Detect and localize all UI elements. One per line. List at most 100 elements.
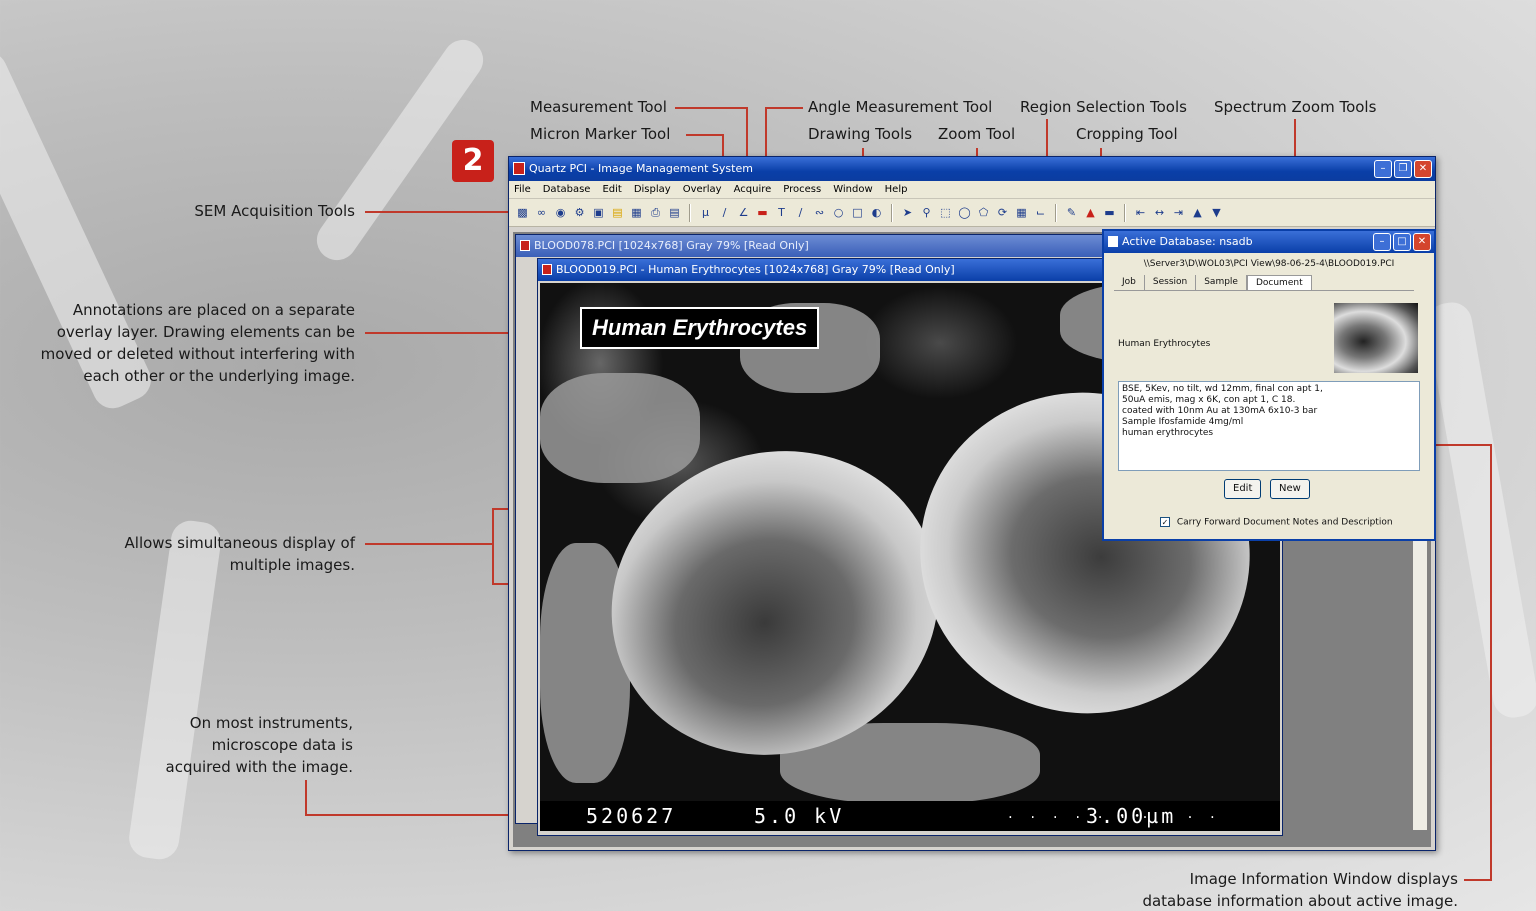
- link-icon[interactable]: ∞: [534, 205, 549, 220]
- menu-edit[interactable]: Edit: [602, 181, 621, 198]
- angle-measurement-icon[interactable]: ∠: [736, 205, 751, 220]
- menu-display[interactable]: Display: [634, 181, 671, 198]
- fill-tool-icon[interactable]: ◐: [869, 205, 884, 220]
- tab-document[interactable]: Document: [1246, 275, 1312, 290]
- polygon-select-icon[interactable]: ⬠: [976, 205, 991, 220]
- menu-process[interactable]: Process: [783, 181, 821, 198]
- notes-line: human erythrocytes: [1122, 428, 1214, 438]
- callout-sem-acquisition-tools: SEM Acquisition Tools: [194, 202, 355, 220]
- callout-annotations-line: overlay layer. Drawing elements can be: [56, 323, 355, 341]
- databar-scale: 3.00µm: [1086, 804, 1177, 828]
- minimize-button[interactable]: –: [1373, 233, 1391, 251]
- database-path: \\Server3\D\WOL03\PCI View\98-06-25-4\BL…: [1143, 259, 1395, 269]
- spectrum-zoom-out-icon[interactable]: ⇥: [1171, 205, 1186, 220]
- databar-kv: 5.0 kV: [754, 804, 845, 828]
- leader-line: [1490, 444, 1492, 881]
- app-title: Quartz PCI - Image Management System: [529, 162, 753, 175]
- carry-forward-option[interactable]: ✓ Carry Forward Document Notes and Descr…: [1160, 517, 1393, 528]
- leader-line: [492, 508, 494, 584]
- app-titlebar[interactable]: Quartz PCI - Image Management System – ❐…: [509, 157, 1435, 181]
- freehand-select-icon[interactable]: ⟳: [995, 205, 1010, 220]
- callout-annotations-line: Annotations are placed on a separate: [72, 301, 355, 319]
- pointer-icon[interactable]: ➤: [900, 205, 915, 220]
- callout-spectrum-zoom-tools: Spectrum Zoom Tools: [1214, 98, 1377, 116]
- notes-line: BSE, 5Kev, no tilt, wd 12mm, final con a…: [1122, 384, 1323, 394]
- annotation-label[interactable]: Human Erythrocytes: [580, 307, 820, 349]
- measurement-icon[interactable]: ∕: [717, 205, 732, 220]
- sem-settings-icon[interactable]: ⚙: [572, 205, 587, 220]
- micron-marker-icon[interactable]: μ: [698, 205, 713, 220]
- menu-overlay[interactable]: Overlay: [683, 181, 722, 198]
- close-button[interactable]: ✕: [1414, 160, 1432, 178]
- sem-scan-icon[interactable]: ◉: [553, 205, 568, 220]
- active-database-content: \\Server3\D\WOL03\PCI View\98-06-25-4\BL…: [1104, 259, 1434, 528]
- spectrum-up-icon[interactable]: ▲: [1190, 205, 1205, 220]
- toolbar-separator: [891, 203, 893, 222]
- leader-line: [305, 780, 307, 816]
- menu-database[interactable]: Database: [543, 181, 591, 198]
- callout-measurement-tool: Measurement Tool: [530, 98, 667, 116]
- freehand-tool-icon[interactable]: ∾: [812, 205, 827, 220]
- region-select-icon[interactable]: ▦: [1014, 205, 1029, 220]
- callout-region-selection-tools: Region Selection Tools: [1020, 98, 1187, 116]
- close-button[interactable]: ✕: [1413, 233, 1431, 251]
- tab-job[interactable]: Job: [1114, 275, 1145, 290]
- document-notes[interactable]: BSE, 5Kev, no tilt, wd 12mm, final con a…: [1118, 381, 1420, 471]
- database-window-icon: [1108, 236, 1118, 247]
- databar-id: 520627: [586, 804, 677, 828]
- leader-line: [675, 107, 747, 109]
- spectrum-down-icon[interactable]: ▼: [1209, 205, 1224, 220]
- carry-forward-checkbox[interactable]: ✓: [1160, 517, 1170, 527]
- line-tool-icon[interactable]: ∕: [793, 205, 808, 220]
- leader-line: [365, 543, 493, 545]
- line-width-icon[interactable]: ▬: [1102, 205, 1117, 220]
- minimize-button[interactable]: –: [1374, 160, 1392, 178]
- menu-acquire[interactable]: Acquire: [734, 181, 772, 198]
- maximize-button[interactable]: □: [1393, 233, 1411, 251]
- sem-acquire-icon[interactable]: ▩: [515, 205, 530, 220]
- edit-button[interactable]: Edit: [1224, 479, 1262, 499]
- window-controls: – ❐ ✕: [1374, 160, 1432, 178]
- menu-file[interactable]: File: [514, 181, 531, 198]
- save-icon[interactable]: ▦: [629, 205, 644, 220]
- image-window-back-title: BLOOD078.PCI [1024x768] Gray 79% [Read O…: [534, 239, 809, 252]
- rect-select-icon[interactable]: ⬚: [938, 205, 953, 220]
- window-controls: – □ ✕: [1373, 233, 1431, 251]
- active-database-title: Active Database: nsadb: [1122, 235, 1253, 248]
- image-thumbnail[interactable]: [1334, 303, 1418, 373]
- menu-help[interactable]: Help: [885, 181, 908, 198]
- tab-sample[interactable]: Sample: [1196, 275, 1247, 290]
- camera-icon[interactable]: ▣: [591, 205, 606, 220]
- tab-session[interactable]: Session: [1145, 275, 1197, 290]
- pen-color-icon[interactable]: ✎: [1064, 205, 1079, 220]
- zoom-icon[interactable]: ⚲: [919, 205, 934, 220]
- text-tool-icon[interactable]: T: [774, 205, 789, 220]
- callout-micron-marker-tool: Micron Marker Tool: [530, 125, 671, 143]
- folder-open-icon[interactable]: ▤: [610, 205, 625, 220]
- leader-line: [365, 211, 515, 213]
- spectrum-zoom-full-icon[interactable]: ⇤: [1133, 205, 1148, 220]
- print-icon[interactable]: ⎙: [648, 205, 663, 220]
- app-icon: [513, 162, 525, 175]
- step-badge: 2: [452, 140, 494, 182]
- callout-microscope-data-line: acquired with the image.: [165, 758, 353, 776]
- database-icon[interactable]: ▤: [667, 205, 682, 220]
- callout-annotations: Annotations are placed on a separate ove…: [41, 299, 355, 387]
- image-file-icon: [520, 240, 530, 251]
- rectangle-tool-icon[interactable]: □: [850, 205, 865, 220]
- fill-color-icon[interactable]: ▲: [1083, 205, 1098, 220]
- callout-annotations-line: each other or the underlying image.: [83, 367, 355, 385]
- microscope-databar: 520627 5.0 kV . . . . . . . . . . 3.00µm: [540, 801, 1280, 831]
- ellipse-select-icon[interactable]: ◯: [957, 205, 972, 220]
- crop-icon[interactable]: ⌙: [1033, 205, 1048, 220]
- maximize-button[interactable]: ❐: [1394, 160, 1412, 178]
- active-database-titlebar[interactable]: Active Database: nsadb – □ ✕: [1104, 231, 1434, 253]
- menu-window[interactable]: Window: [833, 181, 872, 198]
- notes-line: coated with 10nm Au at 130mA 6x10-3 bar: [1122, 406, 1318, 416]
- new-button[interactable]: New: [1270, 479, 1310, 499]
- database-tabs: Job Session Sample Document: [1114, 275, 1414, 291]
- image-window-back-titlebar[interactable]: BLOOD078.PCI [1024x768] Gray 79% [Read O…: [516, 235, 1104, 257]
- stamp-icon[interactable]: ▬: [755, 205, 770, 220]
- ellipse-tool-icon[interactable]: ○: [831, 205, 846, 220]
- spectrum-zoom-in-icon[interactable]: ↔: [1152, 205, 1167, 220]
